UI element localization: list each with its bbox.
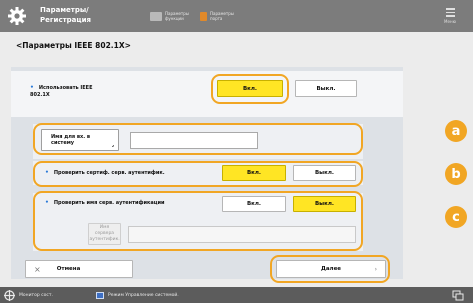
status-monitor-button[interactable]: Монитор сост. bbox=[4, 287, 53, 303]
port-settings-label: Параметры порта bbox=[210, 11, 234, 21]
port-settings-button[interactable]: Параметры порта bbox=[200, 7, 242, 25]
system-management-status: Режим Управление системой. bbox=[96, 287, 179, 303]
cancel-label: Отмена bbox=[56, 266, 81, 272]
badge-a: a bbox=[445, 120, 467, 142]
menu-icon-line bbox=[445, 15, 455, 17]
status-bar: Монитор сост. Режим Управление системой. bbox=[0, 287, 473, 303]
menu-icon-line bbox=[445, 8, 455, 10]
network-status bbox=[452, 287, 464, 303]
port-settings-icon bbox=[200, 11, 207, 21]
menu-icon-line bbox=[445, 11, 455, 14]
menu-button[interactable]: Меню bbox=[435, 6, 465, 26]
function-settings-icon bbox=[150, 11, 162, 21]
system-management-label: Режим Управление системой. bbox=[108, 292, 179, 298]
system-management-icon bbox=[96, 291, 104, 299]
next-button-highlight bbox=[270, 255, 390, 283]
ieee-label: Использовать IEEE 802.1X bbox=[30, 84, 110, 99]
badge-b: b bbox=[445, 163, 467, 185]
ieee-on-highlight bbox=[211, 74, 289, 104]
window-title: Параметры/ Регистрация bbox=[40, 6, 91, 24]
settings-gear-icon bbox=[0, 0, 34, 32]
function-settings-label: Параметры функции bbox=[165, 11, 189, 21]
login-section-highlight bbox=[33, 123, 363, 155]
function-settings-button[interactable]: Параметры функции bbox=[150, 7, 197, 25]
status-monitor-icon bbox=[4, 289, 15, 301]
cert-section-highlight bbox=[33, 161, 363, 187]
close-icon: × bbox=[34, 264, 41, 274]
title-bar: Параметры/ Регистрация Параметры функции… bbox=[0, 0, 473, 32]
server-name-section-highlight bbox=[33, 191, 363, 251]
ieee-off-button[interactable]: Выкл. bbox=[295, 80, 357, 97]
menu-label: Меню bbox=[444, 18, 456, 24]
network-icon bbox=[452, 290, 464, 300]
cancel-button[interactable]: × Отмена bbox=[25, 260, 133, 278]
status-monitor-label: Монитор сост. bbox=[19, 292, 53, 298]
page-title: <Параметры IEEE 802.1X> bbox=[16, 41, 131, 50]
badge-c: c bbox=[445, 206, 467, 228]
